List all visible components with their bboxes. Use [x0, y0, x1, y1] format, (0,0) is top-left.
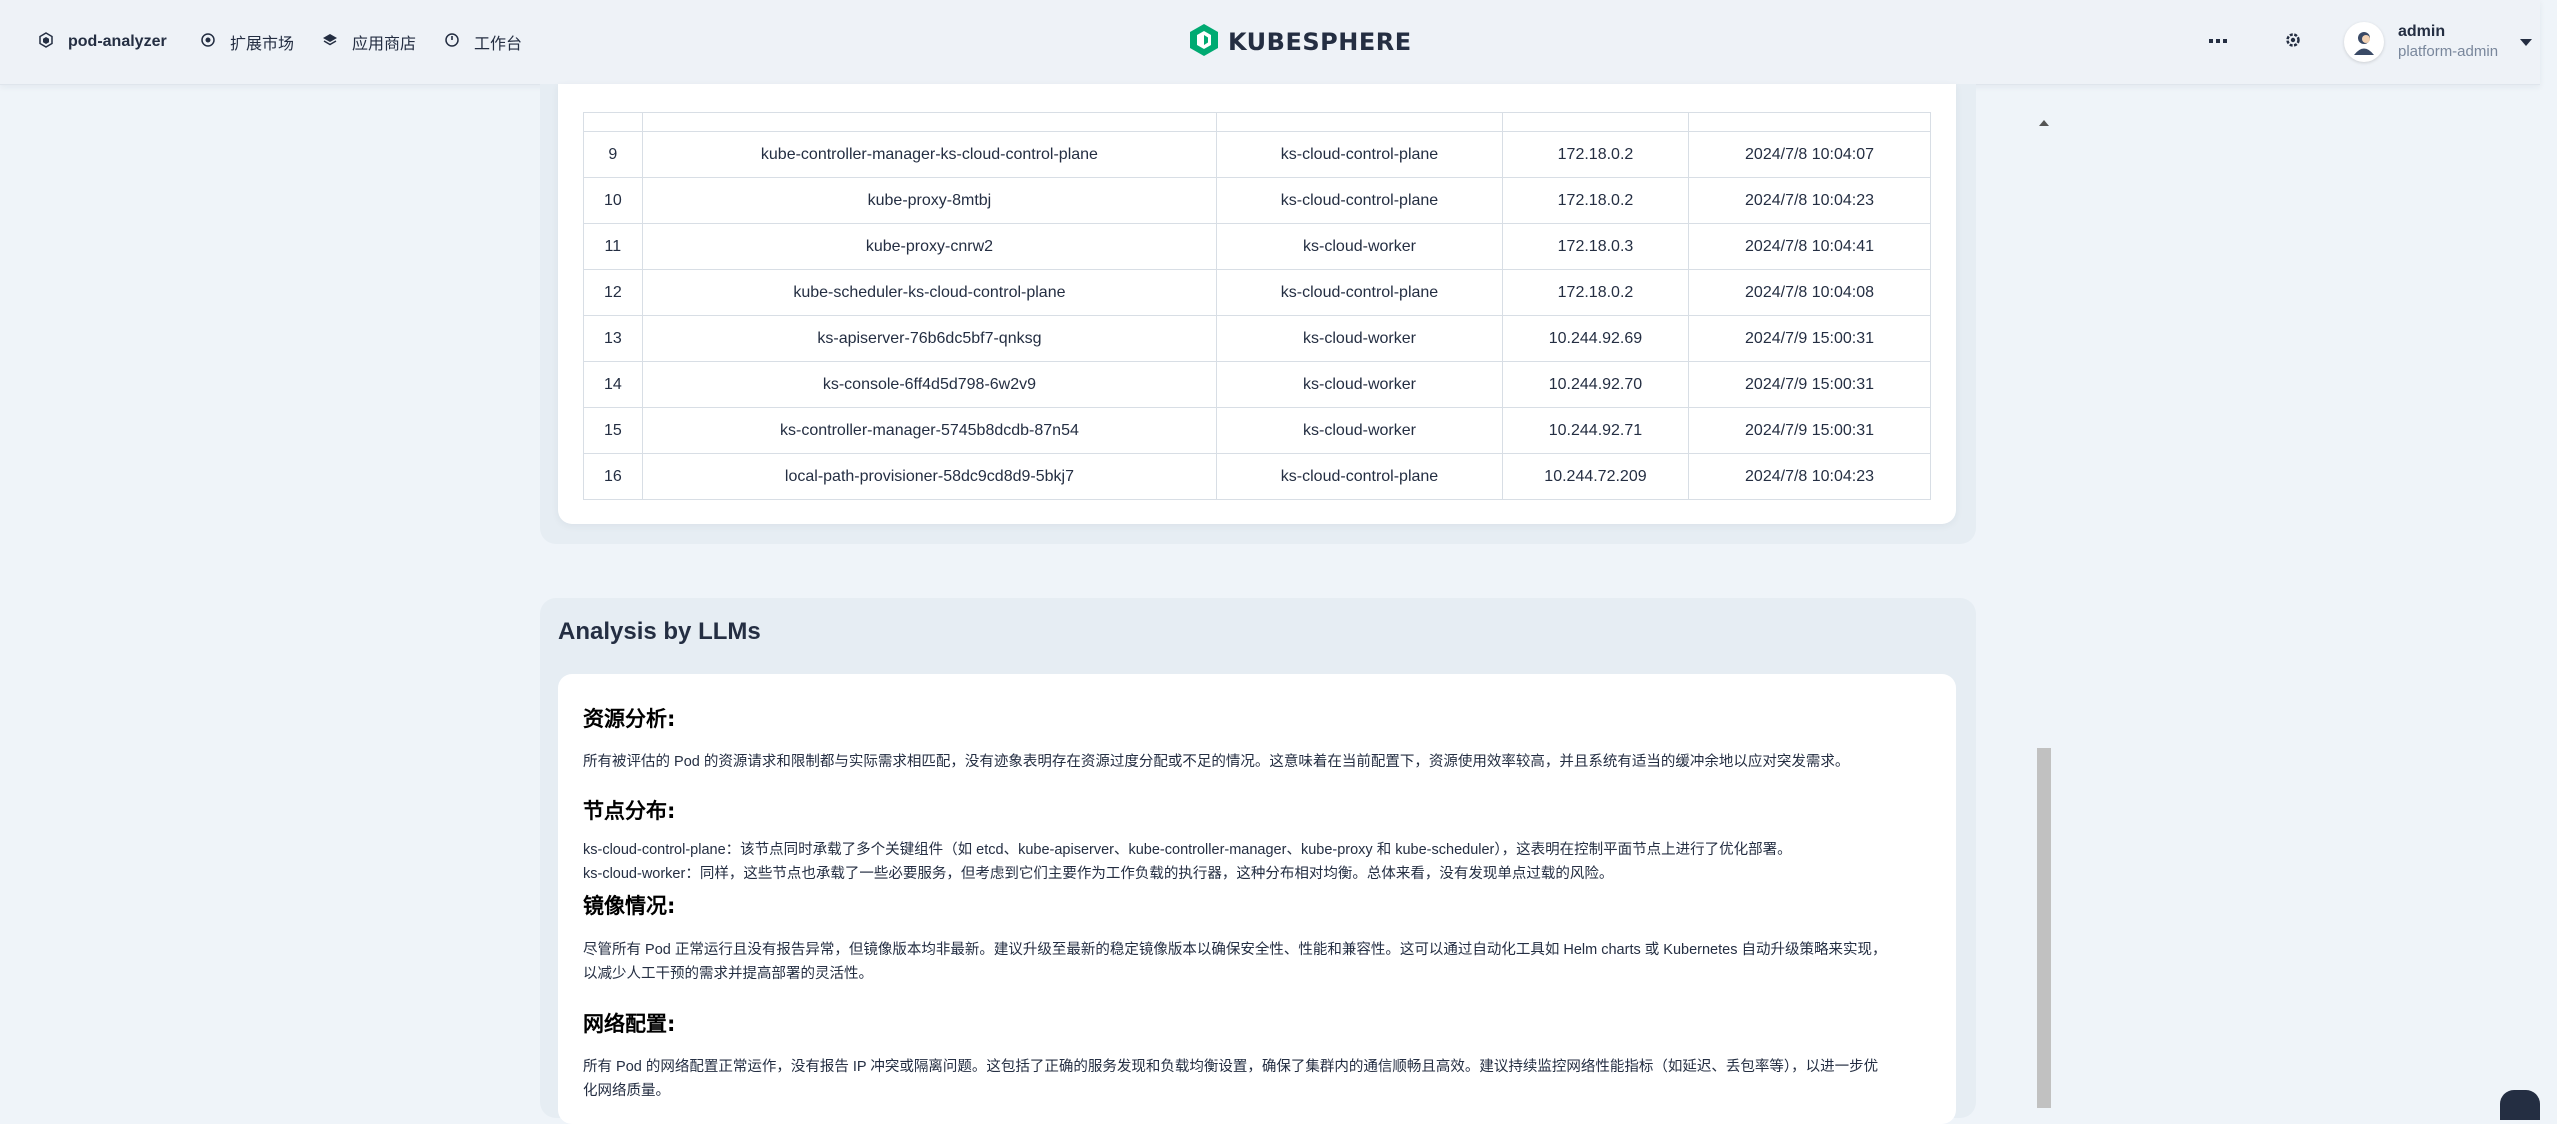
table-row: 9 kube-controller-manager-ks-cloud-contr… — [583, 131, 1931, 178]
cell-pod-name: ks-controller-manager-5745b8dcdb-87n54 — [641, 407, 1218, 454]
cell-time: 2024/7/8 10:04:08 — [1688, 269, 1931, 316]
cell-time: 2024/7/9 15:00:31 — [1688, 361, 1931, 408]
nav-item-extension-market[interactable]: 扩展市场 — [200, 30, 294, 54]
cell-no: 15 — [583, 407, 643, 454]
kubesphere-logo-icon — [1188, 23, 1220, 62]
cell-ip: 10.244.92.70 — [1501, 361, 1690, 408]
cell-pod-name: kube-proxy-cnrw2 — [641, 223, 1218, 270]
cell-time: 2024/7/8 10:04:07 — [1688, 131, 1931, 178]
cell-no: 9 — [583, 131, 643, 178]
cell-node: ks-cloud-worker — [1216, 315, 1503, 362]
layers-icon — [322, 32, 338, 53]
scrollbar-thumb[interactable] — [2037, 748, 2051, 1108]
table-row: 11 kube-proxy-cnrw2 ks-cloud-worker 172.… — [583, 223, 1931, 270]
cell-time: 2024/7/9 15:00:31 — [1688, 407, 1931, 454]
chevron-down-icon — [2520, 38, 2533, 46]
cell-pod-name: kube-proxy-8mtbj — [641, 177, 1218, 224]
kubesphere-logo[interactable]: KUBESPHERE — [1188, 23, 1412, 62]
section-text-network-1: 所有 Pod 的网络配置正常运作，没有报告 IP 冲突或隔离问题。这包括了正确的… — [583, 1059, 1879, 1075]
cell-time: 2024/7/8 10:04:41 — [1688, 223, 1931, 270]
cell-ip: 172.18.0.2 — [1501, 269, 1690, 316]
cell-ip: 10.244.92.71 — [1501, 407, 1690, 454]
nav-item-app-store[interactable]: 应用商店 — [322, 30, 416, 54]
scroll-up-arrow-icon[interactable] — [2039, 120, 2049, 126]
section-heading-node: 节点分布: — [583, 799, 676, 823]
cell-ip: 172.18.0.3 — [1501, 223, 1690, 270]
table-row: 13 ks-apiserver-76b6dc5bf7-qnksg ks-clou… — [583, 315, 1931, 362]
settings-button[interactable] — [2277, 26, 2309, 58]
cell-node: ks-cloud-control-plane — [1216, 177, 1503, 224]
section-text-resource: 所有被评估的 Pod 的资源请求和限制都与实际需求相匹配，没有迹象表明存在资源过… — [583, 754, 1850, 770]
cell-node: ks-cloud-control-plane — [1216, 269, 1503, 316]
table-row: 16 local-path-provisioner-58dc9cd8d9-5bk… — [583, 453, 1931, 500]
cell-pod-name: local-path-provisioner-58dc9cd8d9-5bkj7 — [641, 453, 1218, 500]
nav-item-label: 应用商店 — [352, 36, 417, 53]
section-text-image-2: 以减少人工干预的需求并提高部署的灵活性。 — [583, 966, 873, 982]
cell-time: 2024/7/8 10:04:23 — [1688, 453, 1931, 500]
table-row: 10 kube-proxy-8mtbj ks-cloud-control-pla… — [583, 177, 1931, 224]
table-row: 12 kube-scheduler-ks-cloud-control-plane… — [583, 269, 1931, 316]
user-name: admin — [2398, 23, 2446, 40]
pods-table: 9 kube-controller-manager-ks-cloud-contr… — [583, 112, 1931, 500]
cell-node: ks-cloud-worker — [1216, 361, 1503, 408]
cell-ip: 172.18.0.2 — [1501, 177, 1690, 224]
table-row-partial — [583, 112, 1931, 132]
cell-no: 14 — [583, 361, 643, 408]
more-apps-button[interactable] — [2202, 26, 2234, 58]
nav-item-workbench[interactable]: 工作台 — [444, 30, 522, 54]
cell-node: ks-cloud-worker — [1216, 407, 1503, 454]
nav-item-pod-analyzer[interactable]: pod-analyzer — [38, 30, 167, 54]
cell-node: ks-cloud-control-plane — [1216, 131, 1503, 178]
cell-no: 12 — [583, 269, 643, 316]
section-text-image-1: 尽管所有 Pod 正常运行且没有报告异常，但镜像版本均非最新。建议升级至最新的稳… — [583, 942, 1887, 958]
cell-node: ks-cloud-control-plane — [1216, 453, 1503, 500]
user-role: platform-admin — [2398, 43, 2499, 60]
cube-icon — [38, 31, 54, 53]
cell-node: ks-cloud-worker — [1216, 223, 1503, 270]
help-widget-button[interactable] — [2500, 1090, 2540, 1120]
cell-no: 10 — [583, 177, 643, 224]
logo-text: KUBESPHERE — [1228, 28, 1412, 56]
cell-no: 13 — [583, 315, 643, 362]
extension-icon — [200, 32, 216, 53]
cell-no: 16 — [583, 453, 643, 500]
table-row: 15 ks-controller-manager-5745b8dcdb-87n5… — [583, 407, 1931, 454]
nav-item-label: 扩展市场 — [230, 36, 295, 53]
dashboard-icon — [444, 32, 460, 53]
nav-item-label: pod-analyzer — [68, 33, 167, 50]
vertical-scrollbar[interactable] — [2035, 116, 2053, 1108]
cell-ip: 172.18.0.2 — [1501, 131, 1690, 178]
table-row: 14 ks-console-6ff4d5d798-6w2v9 ks-cloud-… — [583, 361, 1931, 408]
analysis-title: Analysis by LLMs — [558, 618, 761, 645]
gear-icon — [2284, 31, 2302, 54]
cell-time: 2024/7/8 10:04:23 — [1688, 177, 1931, 224]
section-heading-network: 网络配置: — [583, 1012, 676, 1036]
section-text-node-2: ks-cloud-worker：同样，这些节点也承载了一些必要服务，但考虑到它们… — [583, 866, 1614, 882]
section-heading-image: 镜像情况: — [583, 894, 676, 918]
avatar — [2344, 22, 2384, 62]
cell-ip: 10.244.72.209 — [1501, 453, 1690, 500]
nav-item-label: 工作台 — [474, 36, 523, 53]
cell-no: 11 — [583, 223, 643, 270]
section-text-network-2: 化网络质量。 — [583, 1083, 670, 1099]
cell-ip: 10.244.92.69 — [1501, 315, 1690, 362]
cell-time: 2024/7/9 15:00:31 — [1688, 315, 1931, 362]
cell-pod-name: ks-console-6ff4d5d798-6w2v9 — [641, 361, 1218, 408]
user-menu[interactable]: admin platform-admin — [2344, 20, 2533, 64]
cell-pod-name: kube-scheduler-ks-cloud-control-plane — [641, 269, 1218, 316]
top-navigation-bar: pod-analyzer 扩展市场 应用商店 工作台 KUBESPHERE ad… — [0, 0, 2540, 85]
grid-dots-icon — [2209, 33, 2227, 51]
cell-pod-name: kube-controller-manager-ks-cloud-control… — [641, 131, 1218, 178]
section-heading-resource: 资源分析: — [583, 707, 676, 731]
section-text-node-1: ks-cloud-control-plane：该节点同时承载了多个关键组件（如 … — [583, 842, 1792, 858]
cell-pod-name: ks-apiserver-76b6dc5bf7-qnksg — [641, 315, 1218, 362]
